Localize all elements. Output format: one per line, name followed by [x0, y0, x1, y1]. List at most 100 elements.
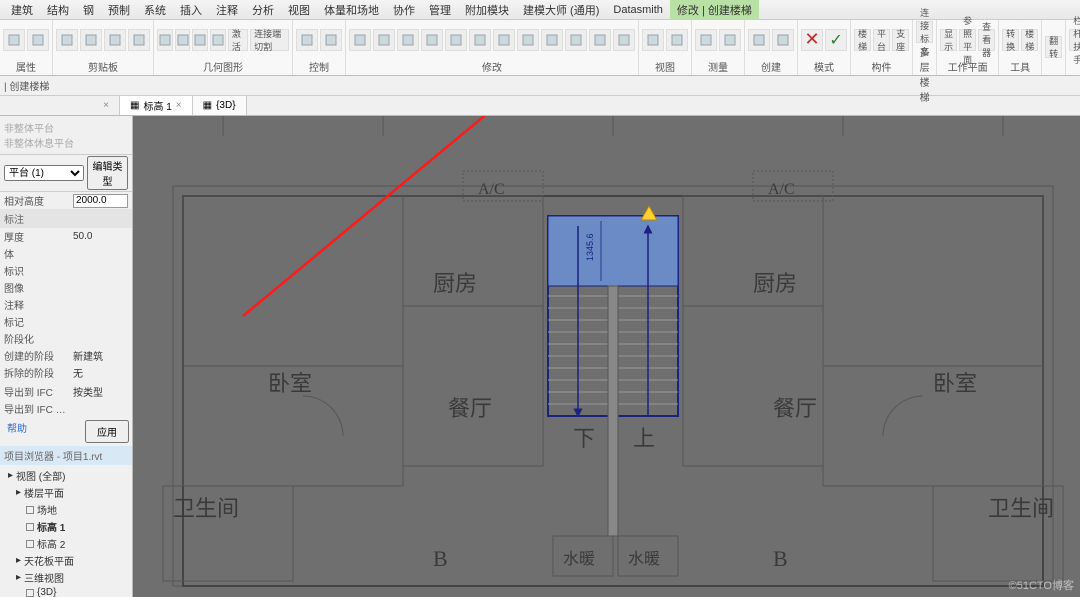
height-input[interactable]	[73, 194, 128, 208]
tree-item-5[interactable]: ▸天花板平面	[2, 552, 130, 569]
menu-2[interactable]: 钢	[76, 0, 101, 20]
help-link[interactable]: 帮助	[3, 420, 85, 443]
ribbon-btn-4-3[interactable]	[421, 29, 443, 51]
ribbon-btn-2-3[interactable]	[210, 29, 226, 51]
ribbon-btn-5-0[interactable]	[642, 29, 664, 51]
ribbon-btn-12-1[interactable]: 楼梯	[1021, 29, 1038, 51]
ribbon-btn-12-0[interactable]: 转换	[1002, 29, 1019, 51]
menu-13[interactable]: 建模大师 (通用)	[516, 0, 606, 20]
expand-icon[interactable]: ▸	[16, 487, 21, 498]
view-tab-0[interactable]: ▦标高 1×	[120, 96, 193, 115]
ribbon-btn-6-0[interactable]	[695, 29, 717, 51]
floor-plan-svg: 1345.6 A/C A/C 厨房 厨房 卧室 卧室 餐厅 餐厅 卫生间 卫生间…	[133, 116, 1080, 597]
ribbon-btn-11-0[interactable]: 显示	[940, 29, 957, 51]
ribbon-btn-4-0[interactable]	[349, 29, 371, 51]
ribbon-group-label: 创建	[748, 58, 794, 74]
project-browser-tree[interactable]: ▸视图 (全部)▸楼层平面场地标高 1标高 2▸天花板平面▸三维视图{3D}▸立…	[0, 465, 132, 597]
finish-mode-button[interactable]: ✓	[825, 29, 847, 51]
checkbox-icon[interactable]	[26, 506, 34, 514]
checkbox-icon[interactable]	[26, 589, 34, 597]
ribbon-btn-9-1[interactable]: 平台	[873, 29, 890, 51]
ribbon-btn-2-4[interactable]: 激活	[228, 29, 248, 51]
ribbon-btn-9-2[interactable]: 支座	[892, 29, 909, 51]
ribbon-btn-10-0[interactable]: 连接标高	[916, 21, 933, 43]
ribbon-btn-4-8[interactable]	[541, 29, 563, 51]
ribbon-btn-4-5[interactable]	[469, 29, 491, 51]
menu-0[interactable]: 建筑	[4, 0, 40, 20]
apply-button[interactable]: 应用	[85, 420, 129, 443]
ribbon-btn-2-2[interactable]	[192, 29, 208, 51]
expand-icon[interactable]: ▸	[16, 572, 21, 583]
tree-item-4[interactable]: 标高 2	[2, 535, 130, 552]
ribbon-btn-7-1[interactable]	[772, 29, 794, 51]
ribbon-btn-11-1[interactable]: 参照平面	[959, 29, 976, 51]
menu-3[interactable]: 预制	[101, 0, 137, 20]
ribbon-btn-1-2[interactable]	[104, 29, 126, 51]
ribbon-btn-1-3[interactable]	[128, 29, 150, 51]
ribbon-btn-4-10[interactable]	[589, 29, 611, 51]
menu-4[interactable]: 系统	[137, 0, 173, 20]
menu-7[interactable]: 分析	[245, 0, 281, 20]
prop-row-3[interactable]: 注释	[0, 296, 132, 313]
menu-5[interactable]: 插入	[173, 0, 209, 20]
ribbon-btn-3-1[interactable]	[320, 29, 342, 51]
tree-item-2[interactable]: 场地	[2, 501, 130, 518]
type-selector[interactable]: 平台 (1)	[4, 165, 84, 181]
edit-type-button[interactable]: 编辑类型	[87, 156, 128, 190]
ribbon-btn-4-1[interactable]	[373, 29, 395, 51]
prop-row-2[interactable]: 图像	[0, 279, 132, 296]
prop-row-4[interactable]: 标记	[0, 313, 132, 330]
ribbon-btn-2-1[interactable]	[175, 29, 191, 51]
ribbon-btn-4-9[interactable]	[565, 29, 587, 51]
tree-item-1[interactable]: ▸楼层平面	[2, 484, 130, 501]
menu-12[interactable]: 附加模块	[458, 0, 516, 20]
ribbon-btn-1-0[interactable]	[56, 29, 78, 51]
ribbon-btn-14-0[interactable]: 栏杆扶手	[1069, 29, 1080, 51]
expand-icon[interactable]: ▸	[16, 555, 21, 566]
ribbon-btn-11-2[interactable]: 查看器	[978, 29, 995, 51]
prop-row-7[interactable]: 拆除的阶段无	[0, 364, 132, 381]
menu-9[interactable]: 体量和场地	[317, 0, 386, 20]
ribbon-btn-5-1[interactable]	[666, 29, 688, 51]
ribbon-btn-13-0[interactable]: 翻转	[1045, 36, 1062, 58]
ribbon-btn-9-0[interactable]: 楼梯	[854, 29, 871, 51]
view-tab-1[interactable]: ▦{3D}	[193, 96, 247, 115]
ribbon-btn-4-2[interactable]	[397, 29, 419, 51]
ribbon-btn-1-1[interactable]	[80, 29, 102, 51]
close-icon[interactable]: ×	[103, 100, 109, 111]
prop-row-1[interactable]: 标识	[0, 262, 132, 279]
prop-row-5[interactable]: 阶段化	[0, 330, 132, 347]
ribbon-btn-4-6[interactable]	[493, 29, 515, 51]
ribbon-btn-7-0[interactable]	[748, 29, 770, 51]
ribbon-btn-2-5[interactable]: 连接端切割	[250, 29, 289, 51]
menu-14[interactable]: Datasmith	[606, 2, 670, 18]
cancel-mode-button[interactable]: ✕	[801, 29, 823, 51]
tree-item-7[interactable]: {3D}	[2, 586, 130, 597]
ribbon-btn-3-0[interactable]	[296, 29, 318, 51]
menu-11[interactable]: 管理	[422, 0, 458, 20]
tree-item-0[interactable]: ▸视图 (全部)	[2, 467, 130, 484]
ribbon-btn-2-0[interactable]	[157, 29, 173, 51]
prop-row-6[interactable]: 创建的阶段新建筑	[0, 347, 132, 364]
ribbon-btn-0-0[interactable]	[3, 29, 25, 51]
prop-row-9[interactable]: 导出到 IFC按类型	[0, 383, 132, 400]
ribbon-btn-0-1[interactable]	[27, 29, 49, 51]
drawing-canvas[interactable]: 1345.6 A/C A/C 厨房 厨房 卧室 卧室 餐厅 餐厅 卫生间 卫生间…	[133, 116, 1080, 597]
ribbon-btn-4-11[interactable]	[613, 29, 635, 51]
checkbox-icon[interactable]	[26, 540, 34, 548]
expand-icon[interactable]: ▸	[8, 470, 13, 481]
ribbon-btn-4-4[interactable]	[445, 29, 467, 51]
menu-8[interactable]: 视图	[281, 0, 317, 20]
tree-item-3[interactable]: 标高 1	[2, 518, 130, 535]
menu-10[interactable]: 协作	[386, 0, 422, 20]
menu-6[interactable]: 注释	[209, 0, 245, 20]
tree-item-6[interactable]: ▸三维视图	[2, 569, 130, 586]
prop-row-10[interactable]: 导出到 IFC …	[0, 400, 132, 417]
checkbox-icon[interactable]	[26, 523, 34, 531]
menu-15[interactable]: 修改 | 创建楼梯	[670, 0, 759, 20]
close-icon[interactable]: ×	[176, 100, 182, 111]
prop-row-0[interactable]: 体	[0, 245, 132, 262]
menu-1[interactable]: 结构	[40, 0, 76, 20]
ribbon-btn-6-1[interactable]	[719, 29, 741, 51]
ribbon-btn-4-7[interactable]	[517, 29, 539, 51]
